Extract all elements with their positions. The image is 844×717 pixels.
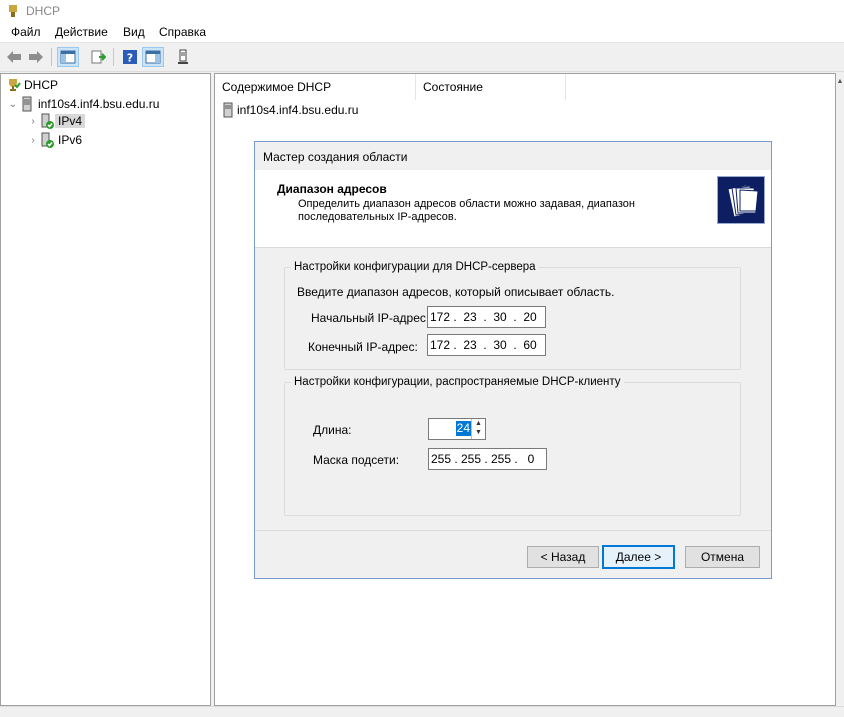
tree-item-label: inf10s4.inf4.bsu.edu.ru	[38, 97, 160, 111]
folders-icon	[717, 176, 765, 224]
range-hint: Введите диапазон адресов, который описыв…	[297, 285, 615, 299]
tree-item-server[interactable]: ⌄ inf10s4.inf4.bsu.edu.ru	[7, 95, 162, 113]
tree-item-label: DHCP	[24, 78, 59, 92]
server-config-legend: Настройки конфигурации для DHCP-сервера	[294, 261, 536, 273]
list-item-label: inf10s4.inf4.bsu.edu.ru	[237, 103, 359, 117]
length-label: Длина:	[313, 423, 352, 437]
client-config-legend: Настройки конфигурации, распространяемые…	[294, 376, 621, 388]
end-ip-label-text: Конечный IP-адрес:	[308, 340, 418, 354]
length-value[interactable]: 24	[455, 421, 471, 436]
tree-item-ipv6[interactable]: › IPv6	[27, 131, 85, 149]
menu-file[interactable]: Файл	[11, 25, 41, 39]
start-ip-input[interactable]: 172. 23. 30. 20	[427, 306, 546, 328]
menu-action[interactable]: Действие	[55, 25, 108, 39]
client-config-group: Настройки конфигурации, распространяемые…	[284, 376, 741, 516]
ip-octet[interactable]: 23	[458, 338, 482, 352]
scroll-up-arrow-icon[interactable]: ▲	[836, 73, 844, 90]
tree-item-dhcp[interactable]: DHCP	[5, 76, 61, 94]
back-button[interactable]	[3, 47, 25, 67]
help-button[interactable]: ?	[119, 47, 141, 67]
toolbar: ?	[0, 43, 844, 72]
chevron-right-icon[interactable]: ›	[27, 131, 39, 149]
ipv6-server-check-icon	[41, 132, 54, 148]
wizard-header: Диапазон адресов Определить диапазон адр…	[255, 170, 771, 248]
ip-octet[interactable]: 30	[488, 338, 512, 352]
server-icon	[223, 102, 233, 118]
ip-octet[interactable]: 172	[428, 310, 452, 324]
export-list-button[interactable]	[87, 47, 109, 67]
menu-bar: Файл Действие Вид Справка	[0, 22, 844, 43]
help-icon: ?	[123, 50, 137, 65]
show-console-tree-button[interactable]	[57, 47, 79, 67]
end-ip-input[interactable]: 172. 23. 30. 60	[427, 334, 546, 356]
ip-octet[interactable]: 255	[459, 452, 483, 466]
toolbar-separator	[113, 48, 114, 66]
tree-item-label: IPv6	[58, 133, 83, 147]
title-bar: DHCP	[0, 0, 844, 22]
server-button[interactable]	[172, 47, 194, 67]
tree-item-ipv4[interactable]: › IPv4	[27, 112, 86, 130]
chevron-right-icon[interactable]: ›	[27, 112, 39, 130]
show-action-pane-button[interactable]	[142, 47, 164, 67]
wizard-title: Мастер создания области	[263, 150, 408, 164]
next-button[interactable]: Далее >	[602, 545, 675, 569]
ipv4-server-check-icon	[41, 113, 54, 129]
end-ip-label: Конечный IP-адрес:	[308, 340, 418, 354]
arrow-right-icon	[29, 51, 43, 63]
svg-text:?: ?	[127, 52, 133, 65]
dhcp-app-icon	[9, 5, 17, 17]
status-bar	[0, 706, 844, 717]
export-list-icon	[91, 50, 106, 64]
menu-view[interactable]: Вид	[123, 25, 145, 39]
ip-octet[interactable]: 60	[518, 338, 542, 352]
spin-down-icon[interactable]: ▼	[472, 428, 485, 437]
console-tree-icon	[60, 50, 76, 64]
spin-up-icon[interactable]: ▲	[472, 419, 485, 428]
new-scope-wizard-dialog: Мастер создания области Диапазон адресов…	[254, 141, 772, 579]
ip-octet[interactable]: 20	[518, 310, 542, 324]
start-ip-label-text: Начальный IP-адрес:	[311, 311, 430, 325]
dhcp-trophy-icon	[9, 79, 21, 91]
column-header-contents[interactable]: Содержимое DHCP	[215, 74, 416, 100]
action-pane-icon	[145, 50, 161, 64]
ip-octet[interactable]: 172	[428, 338, 452, 352]
ip-octet[interactable]: 23	[458, 310, 482, 324]
wizard-header-title: Диапазон адресов	[277, 182, 387, 196]
cancel-button[interactable]: Отмена	[685, 546, 760, 568]
start-ip-label: Начальный IP-адрес:	[311, 311, 429, 325]
window-title: DHCP	[26, 4, 61, 18]
chevron-down-icon[interactable]: ⌄	[7, 95, 19, 113]
arrow-left-icon	[7, 51, 21, 63]
ip-octet[interactable]: 30	[488, 310, 512, 324]
server-icon	[22, 96, 32, 112]
subnet-mask-label: Маска подсети:	[313, 453, 400, 467]
back-button[interactable]: < Назад	[527, 546, 599, 568]
tree-item-label: IPv4	[55, 114, 86, 128]
subnet-mask-input[interactable]: 255. 255. 255. 0	[428, 448, 547, 470]
forward-button[interactable]	[25, 47, 47, 67]
spinner-arrows[interactable]: ▲ ▼	[471, 419, 485, 439]
length-spinner[interactable]: 24 ▲ ▼	[428, 418, 486, 440]
column-header-status[interactable]: Состояние	[416, 74, 566, 100]
ip-octet[interactable]: 0	[519, 452, 543, 466]
ip-octet[interactable]: 255	[429, 452, 453, 466]
list-item-server[interactable]: inf10s4.inf4.bsu.edu.ru	[222, 101, 361, 119]
ip-octet[interactable]: 255	[489, 452, 513, 466]
vertical-scrollbar[interactable]: ▲	[836, 73, 844, 706]
wizard-header-description: Определить диапазон адресов области можн…	[298, 198, 635, 223]
toolbar-separator	[51, 48, 52, 66]
console-tree: DHCP ⌄ inf10s4.inf4.bsu.edu.ru › IPv4 › …	[0, 73, 211, 706]
menu-help[interactable]: Справка	[159, 25, 206, 39]
wizard-divider	[255, 530, 771, 531]
server-tower-icon	[178, 49, 188, 64]
